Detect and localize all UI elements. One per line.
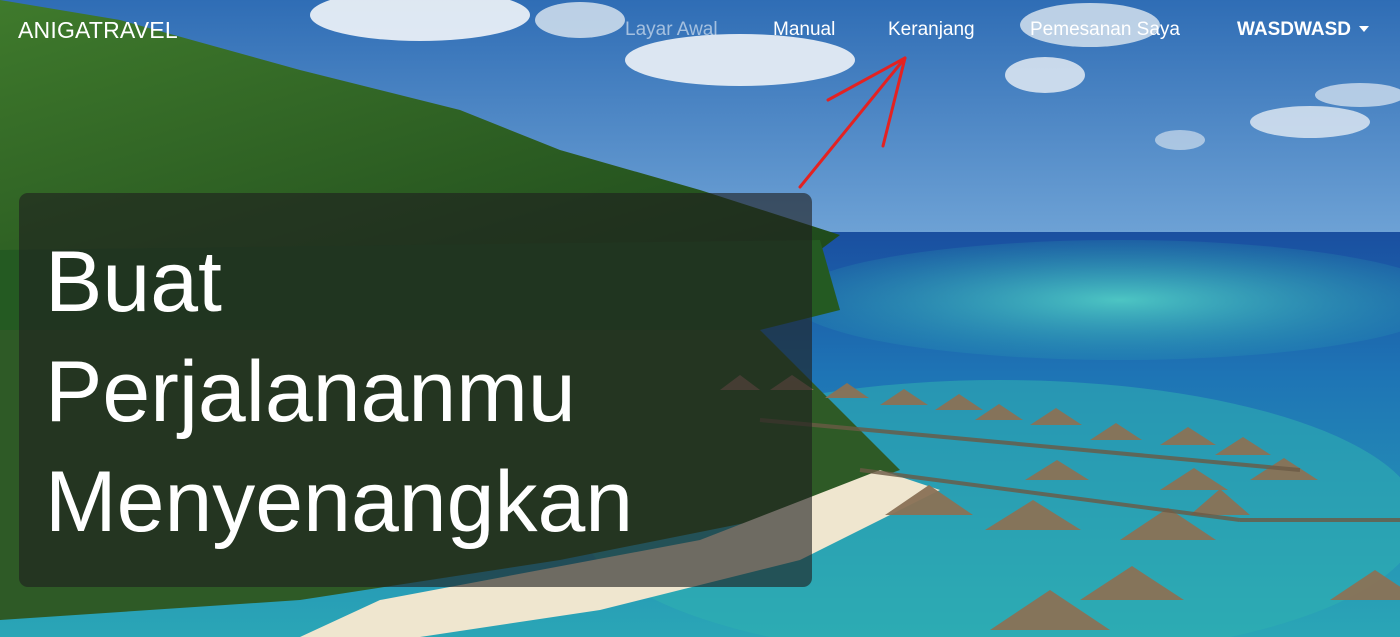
brand-logo[interactable]: ANIGATRAVEL <box>18 17 178 44</box>
nav-link-home[interactable]: Layar Awal <box>625 19 718 41</box>
user-menu-label: WASDWASD <box>1237 19 1351 40</box>
page: ANIGATRAVEL Layar Awal Manual Keranjang … <box>0 0 1400 637</box>
navbar: ANIGATRAVEL Layar Awal Manual Keranjang … <box>0 0 1400 60</box>
nav-link-my-orders[interactable]: Pemesanan Saya <box>1030 19 1180 41</box>
nav-link-cart[interactable]: Keranjang <box>888 19 975 41</box>
hero-title-line-3: Menyenangkan <box>45 454 634 550</box>
user-menu-dropdown[interactable]: WASDWASD <box>1237 19 1369 41</box>
hero-title-line-2: Perjalananmu <box>45 344 576 440</box>
hero-card: Buat Perjalananmu Menyenangkan <box>19 193 812 587</box>
hero-title: Buat Perjalananmu Menyenangkan <box>45 227 785 557</box>
hero-title-line-1: Buat <box>45 234 222 330</box>
caret-down-icon <box>1359 26 1369 32</box>
nav-link-manual[interactable]: Manual <box>773 19 835 41</box>
